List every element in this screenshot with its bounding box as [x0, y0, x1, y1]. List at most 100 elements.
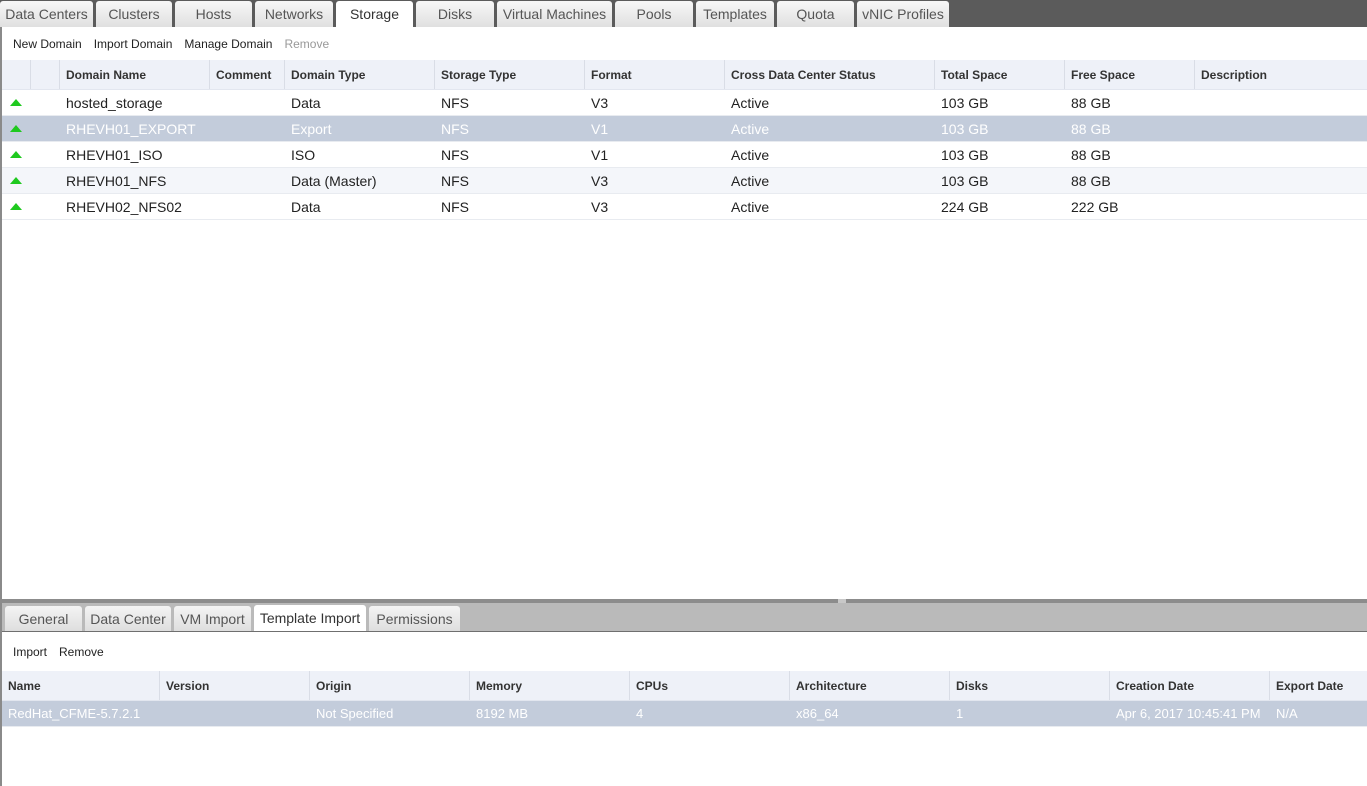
template-name: RedHat_CFME-5.7.2.1 [8, 706, 141, 721]
table-row[interactable]: RHEVH01_ISO ISO NFS V1 Active 103 GB 88 … [2, 142, 1367, 168]
free-space: 222 GB [1071, 198, 1119, 215]
domain-type: Data (Master) [291, 172, 377, 189]
column-header-total-space[interactable]: Total Space [935, 60, 1065, 89]
storage-domains-table: Domain Name Comment Domain Type Storage … [2, 60, 1367, 220]
status-up-icon [10, 177, 22, 184]
domain-type: ISO [291, 146, 316, 163]
import-domain-button[interactable]: Import Domain [94, 37, 173, 51]
column-header-domain-name[interactable]: Domain Name [60, 60, 210, 89]
subtab-general[interactable]: General [5, 606, 82, 631]
storage-action-bar: New Domain Import Domain Manage Domain R… [2, 27, 1367, 60]
table-row[interactable]: hosted_storage Data NFS V3 Active 103 GB… [2, 90, 1367, 116]
free-space: 88 GB [1071, 94, 1111, 111]
column-header-cross-dc-status[interactable]: Cross Data Center Status [725, 60, 935, 89]
table-row[interactable]: RHEVH01_NFS Data (Master) NFS V3 Active … [2, 168, 1367, 194]
tab-pools[interactable]: Pools [615, 1, 693, 27]
table-header: Domain Name Comment Domain Type Storage … [2, 60, 1367, 90]
column-header-extra[interactable] [31, 60, 60, 89]
template-architecture: x86_64 [796, 706, 839, 721]
empty-cell [31, 90, 60, 115]
template-version [160, 701, 310, 726]
empty-cell [31, 168, 60, 193]
domain-name: RHEVH01_ISO [66, 146, 163, 163]
status-cell [2, 90, 31, 115]
column-header-architecture[interactable]: Architecture [790, 671, 950, 700]
domain-name: RHEVH01_EXPORT [66, 120, 196, 137]
total-space: 103 GB [941, 94, 989, 111]
template-origin: Not Specified [316, 706, 394, 721]
total-space: 103 GB [941, 120, 989, 137]
cross-dc-status: Active [731, 94, 770, 111]
table-row[interactable]: RHEVH02_NFS02 Data NFS V3 Active 224 GB … [2, 194, 1367, 220]
tab-virtual-machines[interactable]: Virtual Machines [497, 1, 612, 27]
status-up-icon [10, 125, 22, 132]
table-row[interactable]: RedHat_CFME-5.7.2.1 Not Specified 8192 M… [2, 701, 1367, 727]
cross-dc-status: Active [731, 120, 770, 137]
remove-domain-button[interactable]: Remove [284, 37, 329, 51]
storage-type: NFS [441, 94, 469, 111]
column-header-disks[interactable]: Disks [950, 671, 1110, 700]
cross-dc-status: Active [731, 172, 770, 189]
column-header-origin[interactable]: Origin [310, 671, 470, 700]
column-header-domain-type[interactable]: Domain Type [285, 60, 435, 89]
description [1195, 194, 1367, 219]
tab-storage[interactable]: Storage [336, 1, 413, 27]
column-header-format[interactable]: Format [585, 60, 725, 89]
subtab-data-center[interactable]: Data Center [85, 606, 171, 631]
template-disks: 1 [956, 706, 964, 721]
comment [210, 194, 285, 219]
template-import-table: Name Version Origin Memory CPUs Architec… [2, 671, 1367, 727]
column-header-name[interactable]: Name [2, 671, 160, 700]
status-cell [2, 142, 31, 167]
table-row[interactable]: RHEVH01_EXPORT Export NFS V1 Active 103 … [2, 116, 1367, 142]
storage-type: NFS [441, 120, 469, 137]
column-header-version[interactable]: Version [160, 671, 310, 700]
free-space: 88 GB [1071, 120, 1111, 137]
tab-networks[interactable]: Networks [255, 1, 333, 27]
column-header-memory[interactable]: Memory [470, 671, 630, 700]
main-tab-bar: Data Centers Clusters Hosts Networks Sto… [0, 0, 1367, 27]
domain-type: Data [291, 198, 321, 215]
column-header-description[interactable]: Description [1195, 60, 1367, 89]
subtab-vm-import[interactable]: VM Import [174, 606, 251, 631]
subtab-template-import[interactable]: Template Import [254, 605, 366, 631]
template-memory: 8192 MB [476, 706, 529, 721]
column-header-status[interactable] [2, 60, 31, 89]
manage-domain-button[interactable]: Manage Domain [184, 37, 272, 51]
status-up-icon [10, 203, 22, 210]
domain-type: Export [291, 120, 332, 137]
import-button[interactable]: Import [13, 645, 47, 659]
description [1195, 168, 1367, 193]
tab-hosts[interactable]: Hosts [175, 1, 252, 27]
format: V3 [591, 198, 609, 215]
tab-data-centers[interactable]: Data Centers [0, 1, 93, 27]
column-header-storage-type[interactable]: Storage Type [435, 60, 585, 89]
template-creation-date: Apr 6, 2017 10:45:41 PM [1116, 706, 1261, 721]
comment [210, 90, 285, 115]
tab-vnic-profiles[interactable]: vNIC Profiles [857, 1, 949, 27]
tab-clusters[interactable]: Clusters [96, 1, 172, 27]
status-up-icon [10, 151, 22, 158]
cross-dc-status: Active [731, 146, 770, 163]
status-cell [2, 116, 31, 141]
status-up-icon [10, 99, 22, 106]
tab-templates[interactable]: Templates [696, 1, 774, 27]
format: V3 [591, 172, 609, 189]
column-header-cpus[interactable]: CPUs [630, 671, 790, 700]
storage-type: NFS [441, 172, 469, 189]
column-header-export-date[interactable]: Export Date [1270, 671, 1367, 700]
new-domain-button[interactable]: New Domain [13, 37, 82, 51]
remove-template-button[interactable]: Remove [59, 645, 104, 659]
column-header-free-space[interactable]: Free Space [1065, 60, 1195, 89]
format: V1 [591, 146, 609, 163]
tab-disks[interactable]: Disks [416, 1, 494, 27]
tab-quota[interactable]: Quota [777, 1, 854, 27]
detail-tab-bar: General Data Center VM Import Template I… [2, 603, 1367, 632]
table-header: Name Version Origin Memory CPUs Architec… [2, 671, 1367, 701]
column-header-comment[interactable]: Comment [210, 60, 285, 89]
column-header-creation-date[interactable]: Creation Date [1110, 671, 1270, 700]
subtab-permissions[interactable]: Permissions [369, 606, 460, 631]
comment [210, 142, 285, 167]
empty-cell [31, 142, 60, 167]
description [1195, 116, 1367, 141]
